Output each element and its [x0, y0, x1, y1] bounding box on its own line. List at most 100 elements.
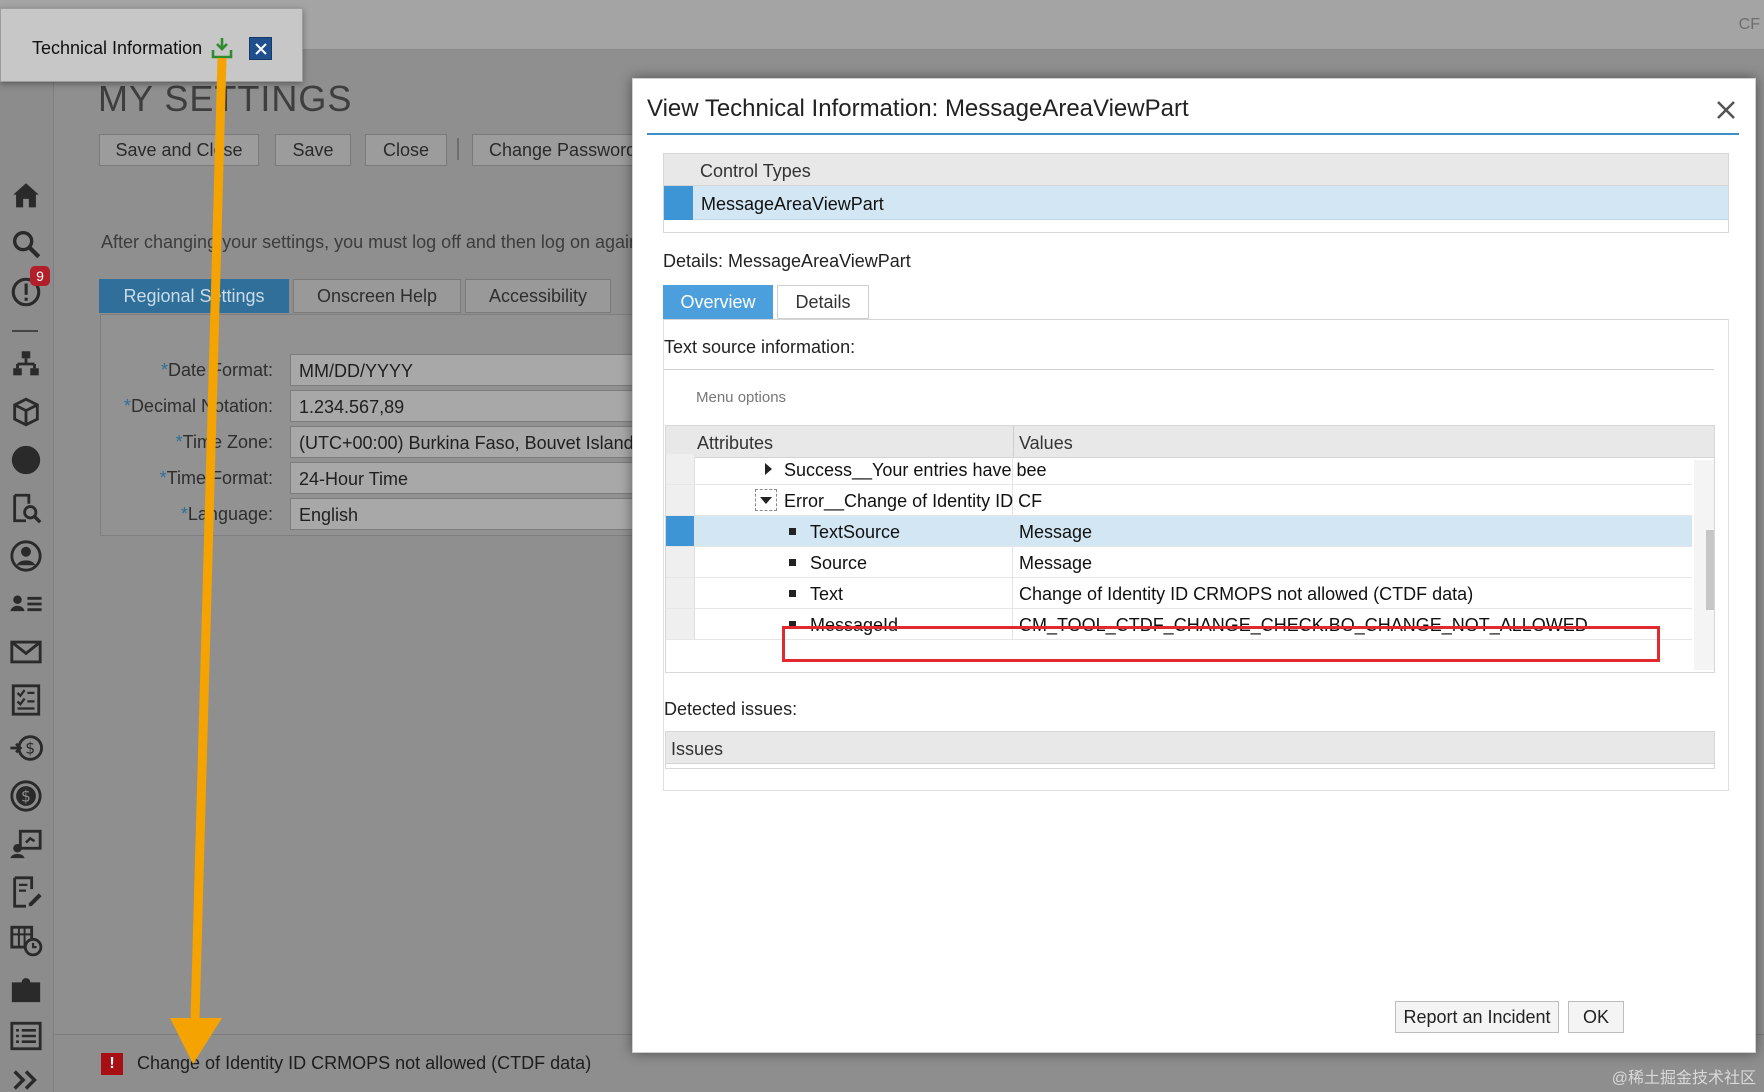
edit-document-icon[interactable]: [6, 872, 46, 912]
status-message[interactable]: Change of Identity ID CRMOPS not allowed…: [137, 1053, 591, 1074]
title-underline: [647, 133, 1739, 135]
mail-icon[interactable]: [6, 632, 46, 672]
row-selector[interactable]: [666, 485, 695, 515]
control-type-row[interactable]: MessageAreaViewPart: [664, 186, 1728, 220]
org-chart-icon[interactable]: [6, 344, 46, 384]
attribute-cell: Source: [695, 547, 1013, 577]
decimal-notation-field[interactable]: 1.234.567,89: [290, 390, 650, 422]
technical-information-popup: Technical Information: [0, 8, 303, 82]
row-selector[interactable]: [666, 454, 695, 484]
value-text: Change of Identity ID CRMOPS not allowed…: [1019, 584, 1474, 604]
collapse-caret-icon[interactable]: [755, 489, 777, 511]
puzzle-icon[interactable]: [6, 968, 46, 1008]
calendar-clock-icon[interactable]: [6, 920, 46, 960]
tab-accessibility[interactable]: Accessibility: [465, 279, 611, 313]
save-button[interactable]: Save: [275, 134, 351, 166]
date-format-row: *Date Format: MM/DD/YYYY: [108, 354, 650, 386]
error-icon: !: [101, 1053, 123, 1075]
time-zone-field[interactable]: (UTC+00:00) Burkina Faso, Bouvet Island: [290, 426, 650, 458]
attribute-cell: Success__Your entries have bee: [695, 454, 1047, 484]
time-format-row: *Time Format: 24-Hour Time: [108, 462, 650, 494]
control-type-label: MessageAreaViewPart: [701, 194, 884, 214]
messageid-highlight-box: [782, 626, 1660, 662]
close-button[interactable]: Close: [365, 134, 447, 166]
tab-details[interactable]: Details: [777, 285, 869, 319]
report-incident-button[interactable]: Report an Incident: [1395, 1001, 1559, 1033]
close-icon[interactable]: [249, 37, 272, 60]
tab-onscreen-help[interactable]: Onscreen Help: [293, 279, 461, 313]
issues-header: Issues: [666, 732, 1714, 764]
dialog-close-icon[interactable]: [1713, 97, 1739, 123]
attribute-text: Success__Your entries have bee: [784, 460, 1047, 480]
checklist-icon[interactable]: [6, 680, 46, 720]
control-types-table: Control Types MessageAreaViewPart: [663, 153, 1729, 233]
issues-header-label: Issues: [671, 739, 724, 759]
control-types-header: Control Types: [664, 154, 1728, 186]
left-navigation: 9 $ $: [0, 50, 54, 1092]
date-format-field[interactable]: MM/DD/YYYY: [290, 354, 650, 386]
table-row[interactable]: Error__Change of Identity ID CF: [666, 485, 1692, 516]
watermark: @稀土掘金技术社区: [1611, 1070, 1756, 1087]
table-row[interactable]: Success__Your entries have bee: [666, 454, 1692, 485]
ok-button[interactable]: OK: [1568, 1001, 1624, 1033]
money-icon[interactable]: $: [6, 776, 46, 816]
tab-overview[interactable]: Overview: [663, 285, 773, 319]
detected-issues-label: Detected issues:: [664, 699, 798, 719]
page-title: MY SETTINGS: [98, 78, 353, 119]
box-icon[interactable]: [6, 392, 46, 432]
decimal-notation-row: *Decimal Notation: 1.234.567,89: [108, 390, 650, 422]
transfer-money-icon[interactable]: $: [6, 728, 46, 768]
search-icon[interactable]: [6, 224, 46, 264]
save-and-close-button[interactable]: Save and Close: [99, 134, 259, 166]
time-zone-label: *Time Zone:: [175, 432, 273, 452]
table-row-selected[interactable]: TextSource Message: [666, 516, 1692, 547]
corner-text: CF: [1738, 16, 1760, 33]
control-types-header-label: Control Types: [700, 161, 811, 181]
attribute-text: Source: [810, 553, 868, 573]
row-selector[interactable]: [666, 578, 695, 608]
attribute-cell: TextSource: [695, 516, 1013, 546]
bullet-icon: [789, 590, 796, 597]
change-password-button[interactable]: Change Password: [472, 134, 642, 166]
time-zone-row: *Time Zone: (UTC+00:00) Burkina Faso, Bo…: [108, 426, 650, 458]
circle-icon[interactable]: [6, 440, 46, 480]
menu-options-button[interactable]: Menu options: [696, 389, 786, 406]
attribute-text: Text: [810, 584, 844, 604]
expand-caret-icon[interactable]: [765, 463, 772, 475]
bullet-icon: [789, 528, 796, 535]
row-selector[interactable]: [666, 516, 695, 546]
value-text: Message: [1019, 553, 1093, 573]
language-row: *Language: English: [108, 498, 650, 530]
decimal-notation-label: *Decimal Notation:: [123, 396, 273, 416]
logoff-notice: After changing your settings, you must l…: [101, 232, 640, 252]
bullet-icon: [789, 559, 796, 566]
date-format-label: *Date Format:: [160, 360, 273, 380]
user-icon[interactable]: [6, 536, 46, 576]
svg-text:$: $: [21, 788, 31, 806]
expand-icon[interactable]: [6, 1060, 46, 1092]
document-search-icon[interactable]: [6, 488, 46, 528]
table-row[interactable]: Text Change of Identity ID CRMOPS not al…: [666, 578, 1692, 609]
values-column-header: Values: [1019, 433, 1073, 453]
home-icon[interactable]: [6, 176, 46, 216]
toolbar-separator: [457, 138, 459, 160]
time-format-field[interactable]: 24-Hour Time: [290, 462, 650, 494]
user-list-icon[interactable]: [6, 584, 46, 624]
notification-badge: 9: [30, 266, 50, 286]
attribute-cell: Error__Change of Identity ID CF: [695, 485, 1042, 515]
attribute-cell: Text: [695, 578, 1013, 608]
svg-text:$: $: [25, 740, 35, 758]
user-chart-icon[interactable]: [6, 824, 46, 864]
scrollbar-thumb[interactable]: [1706, 530, 1714, 610]
row-selector[interactable]: [666, 547, 695, 577]
technical-information-title: Technical Information: [32, 38, 203, 58]
dialog-title: View Technical Information: MessageAreaV…: [647, 95, 1189, 122]
row-selector[interactable]: [666, 609, 695, 639]
table-row[interactable]: Source Message: [666, 547, 1692, 578]
row-selector[interactable]: [664, 186, 693, 220]
nav-separator: [12, 330, 38, 332]
list-icon[interactable]: [6, 1016, 46, 1056]
language-field[interactable]: English: [290, 498, 650, 530]
tab-regional-settings[interactable]: Regional Settings: [99, 279, 289, 313]
download-icon[interactable]: [210, 36, 234, 60]
